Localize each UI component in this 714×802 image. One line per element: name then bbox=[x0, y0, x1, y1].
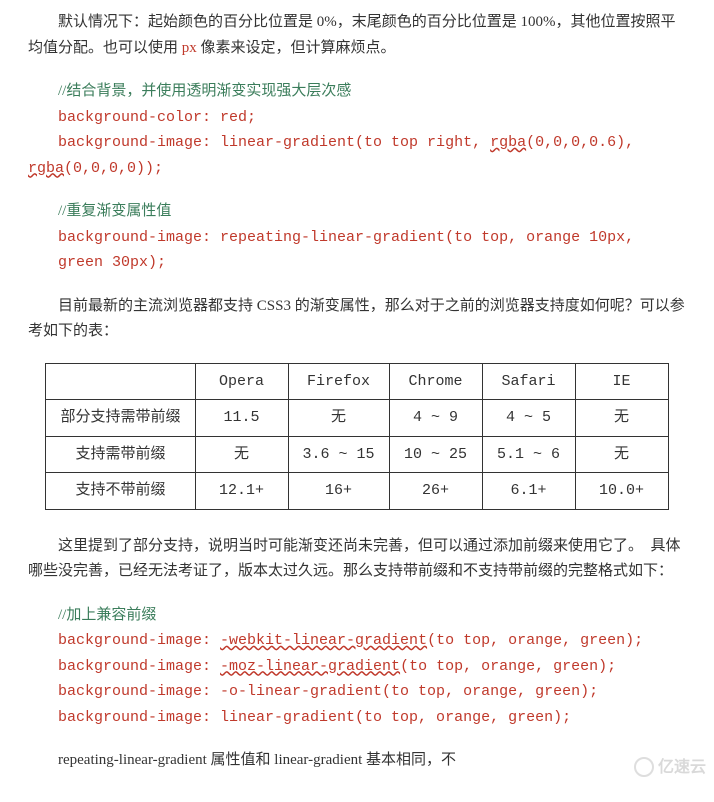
table-row: 支持需带前缀 无 3.6 ~ 15 10 ~ 25 5.1 ~ 6 无 bbox=[46, 436, 668, 473]
paragraph-partial-support: 这里提到了部分支持，说明当时可能渐变还尚未完善，但可以通过添加前缀来使用它了。 … bbox=[28, 534, 686, 585]
th-opera: Opera bbox=[195, 363, 288, 400]
code-line: background-image: -o-linear-gradient(to … bbox=[58, 683, 598, 700]
table-row: 支持不带前缀 12.1+ 16+ 26+ 6.1+ 10.0+ bbox=[46, 473, 668, 510]
th-ie: IE bbox=[575, 363, 668, 400]
code-comment: //加上兼容前缀 bbox=[58, 607, 156, 623]
code-line: background-image: linear-gradient(to top… bbox=[58, 134, 634, 151]
table-row: 部分支持需带前缀 11.5 无 4 ~ 9 4 ~ 5 无 bbox=[46, 400, 668, 437]
watermark-text: 亿速云 bbox=[658, 754, 706, 781]
paragraph-defaults: 默认情况下：起始颜色的百分比位置是 0%，末尾颜色的百分比位置是 100%，其他… bbox=[28, 10, 686, 61]
th-firefox: Firefox bbox=[288, 363, 389, 400]
code-block-combined-bg: //结合背景，并使用透明渐变实现强大层次感 background-color: … bbox=[28, 79, 686, 156]
code-comment: //结合背景，并使用透明渐变实现强大层次感 bbox=[58, 83, 351, 99]
code-line: background-image: -webkit-linear-gradien… bbox=[58, 632, 643, 649]
watermark-icon bbox=[634, 757, 654, 777]
paragraph-repeating-note: repeating-linear-gradient 属性值和 linear-gr… bbox=[28, 748, 686, 774]
watermark: 亿速云 bbox=[634, 754, 706, 781]
browser-support-table: Opera Firefox Chrome Safari IE 部分支持需带前缀 … bbox=[45, 363, 668, 510]
code-block-prefixes: //加上兼容前缀 background-image: -webkit-linea… bbox=[28, 603, 686, 731]
table-header-row: Opera Firefox Chrome Safari IE bbox=[46, 363, 668, 400]
code-line: background-color: red; bbox=[58, 109, 256, 126]
code-line-wrap: rgba(0,0,0,0)); bbox=[28, 156, 686, 182]
th-blank bbox=[46, 363, 195, 400]
th-safari: Safari bbox=[482, 363, 575, 400]
code-line: background-image: repeating-linear-gradi… bbox=[58, 229, 634, 272]
code-comment: //重复渐变属性值 bbox=[58, 203, 171, 219]
code-line: background-image: linear-gradient(to top… bbox=[58, 709, 571, 726]
th-chrome: Chrome bbox=[389, 363, 482, 400]
code-line: background-image: -moz-linear-gradient(t… bbox=[58, 658, 616, 675]
paragraph-browser-support: 目前最新的主流浏览器都支持 CSS3 的渐变属性，那么对于之前的浏览器支持度如何… bbox=[28, 294, 686, 345]
code-block-repeating: //重复渐变属性值 background-image: repeating-li… bbox=[28, 199, 686, 276]
